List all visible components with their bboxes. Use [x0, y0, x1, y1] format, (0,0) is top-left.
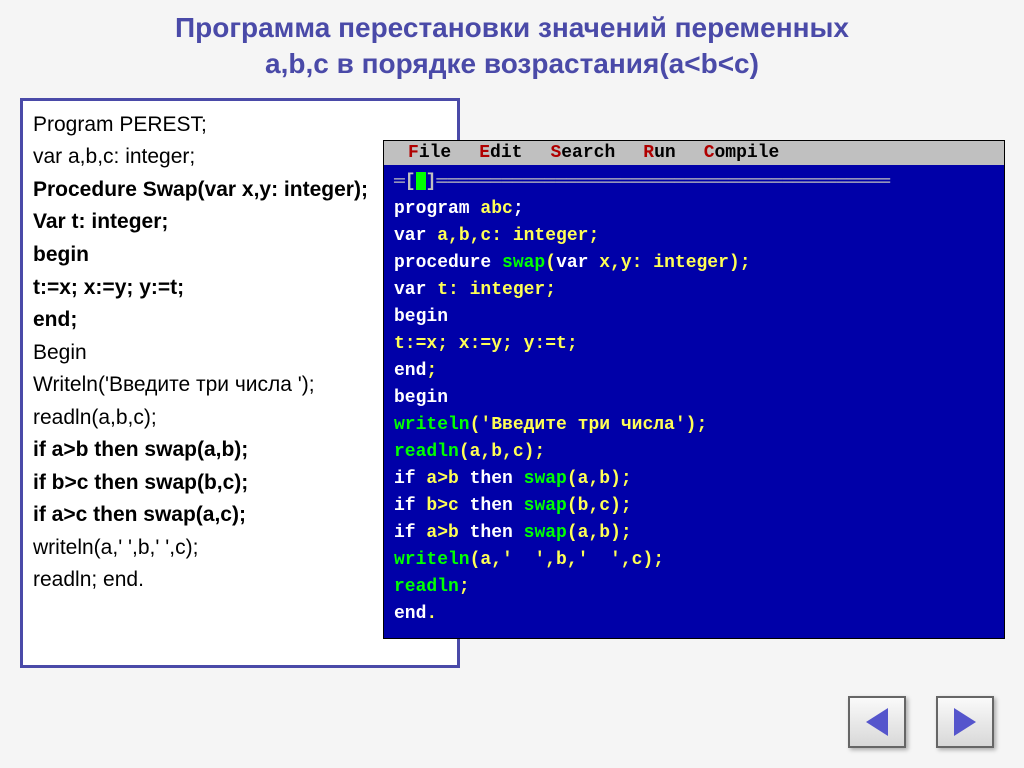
menu-edit[interactable]: Edit — [479, 143, 522, 163]
next-button[interactable] — [936, 696, 994, 748]
code-line: Program PEREST; — [33, 109, 447, 142]
ide-window: File Edit Search Run Compile ═[]════════… — [383, 140, 1005, 639]
menu-compile[interactable]: Compile — [704, 143, 780, 163]
arrow-right-icon — [954, 708, 976, 736]
menu-file[interactable]: File — [408, 143, 451, 163]
menu-search[interactable]: Search — [550, 143, 615, 163]
title-line-2: a,b,c в порядке возрастания(a<b<c) — [265, 48, 759, 79]
slide-title: Программа перестановки значений переменн… — [0, 0, 1024, 88]
cursor-icon — [416, 172, 426, 190]
menu-run[interactable]: Run — [643, 143, 675, 163]
ide-menu-bar: File Edit Search Run Compile — [384, 141, 1004, 165]
nav-controls — [848, 696, 994, 748]
title-line-1: Программа перестановки значений переменн… — [175, 12, 849, 43]
ide-editor[interactable]: ═[]═════════════════════════════════════… — [384, 165, 1004, 638]
arrow-left-icon — [866, 708, 888, 736]
prev-button[interactable] — [848, 696, 906, 748]
